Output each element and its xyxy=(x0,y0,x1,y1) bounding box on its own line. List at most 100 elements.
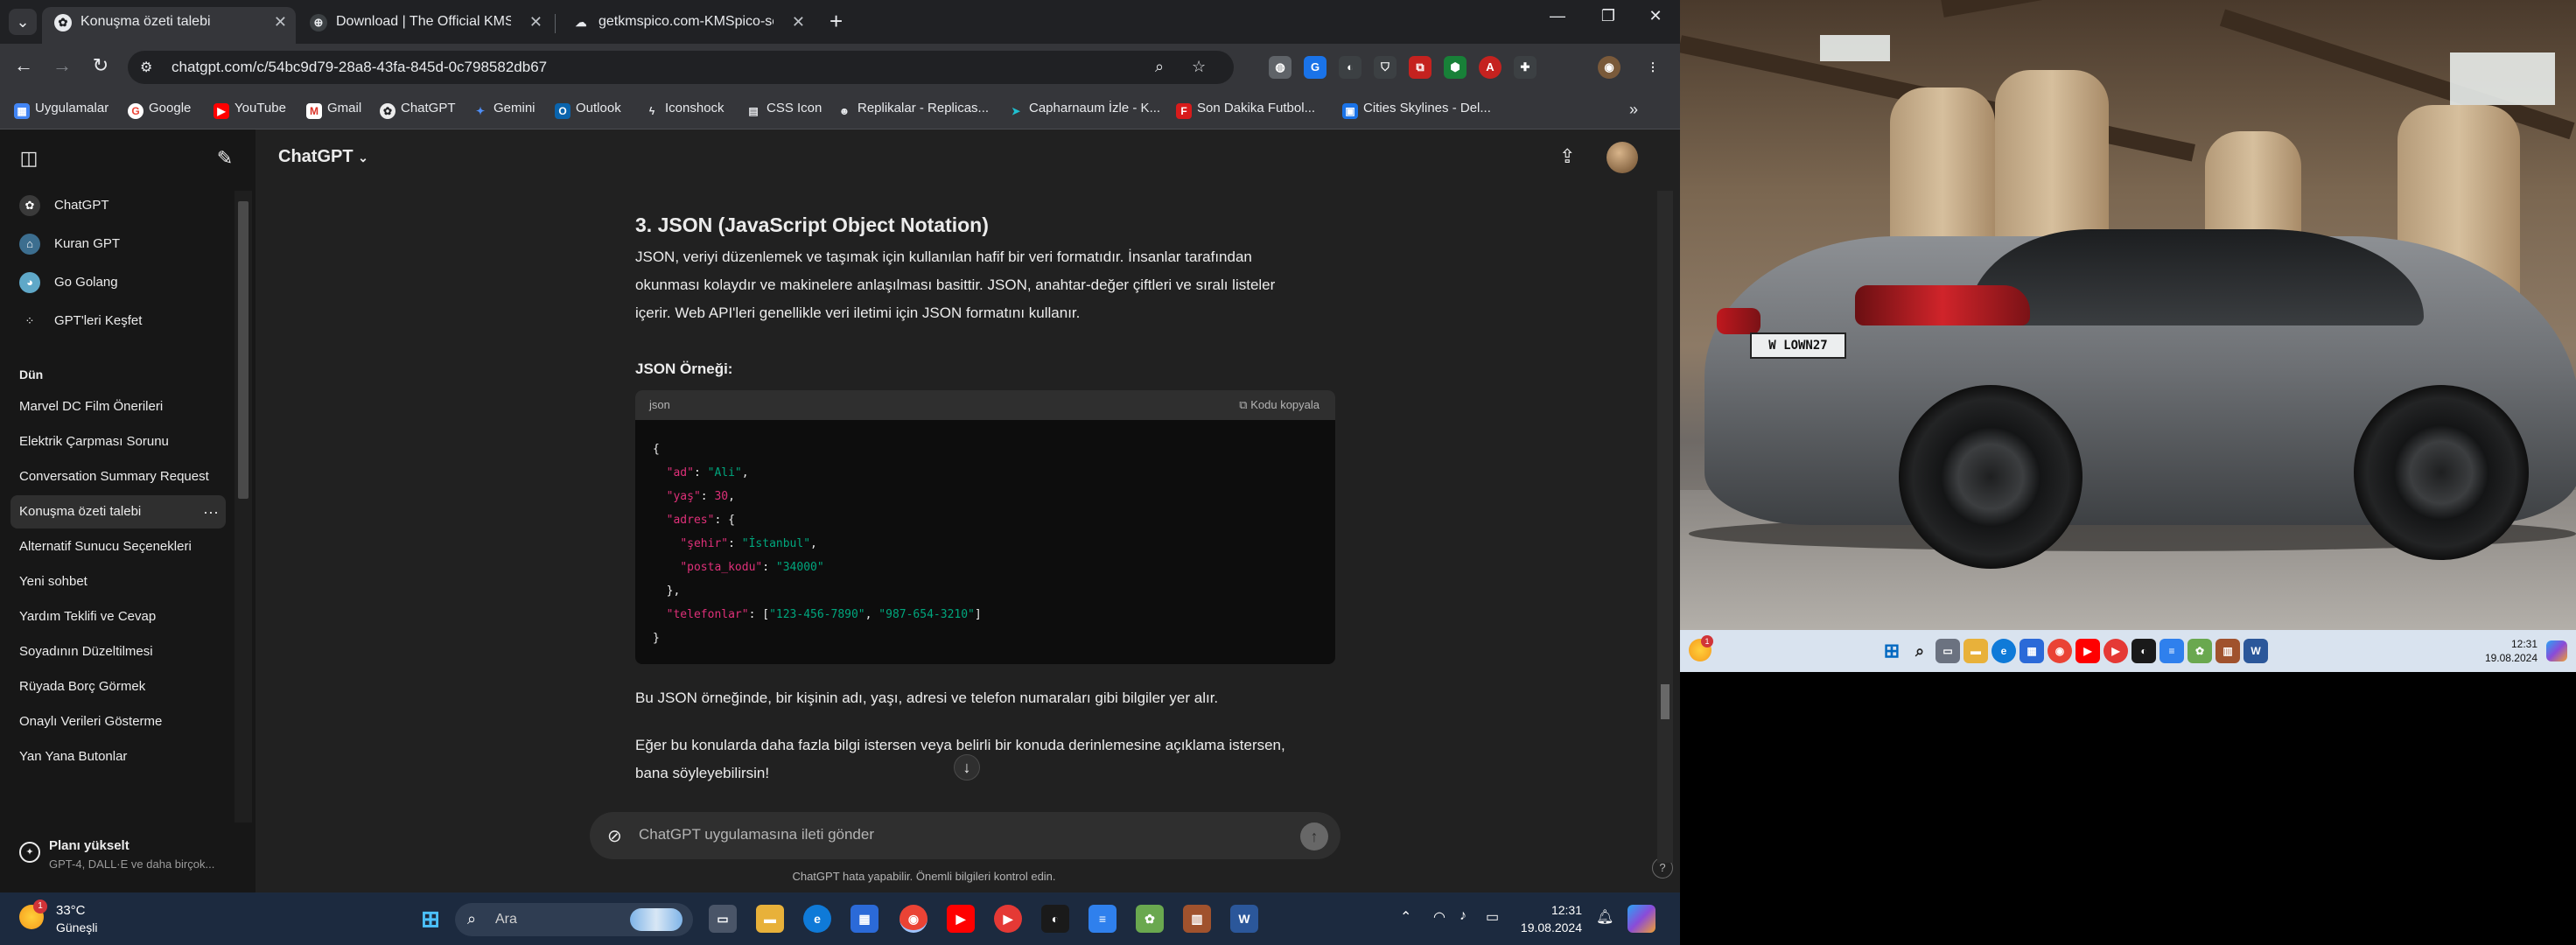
edge-icon[interactable]: e xyxy=(1992,639,2016,663)
battery-icon[interactable]: ▭ xyxy=(1486,908,1499,926)
youtube-app-icon[interactable]: ▶ xyxy=(2076,639,2100,663)
close-window-button[interactable]: ✕ xyxy=(1638,7,1673,25)
history-item-active[interactable]: Konuşma özeti talebi ··· xyxy=(10,495,226,528)
address-bar[interactable]: ⚙ chatgpt.com/c/54bc9d79-28a8-43fa-845d-… xyxy=(128,51,1234,84)
history-item[interactable]: Onaylı Verileri Gösterme xyxy=(10,705,226,738)
youtube-music-icon[interactable]: ▶ xyxy=(994,905,1022,933)
sidebar-item-chatgpt[interactable]: ✿ ChatGPT xyxy=(10,189,236,222)
winrar-icon[interactable]: ▥ xyxy=(2216,639,2240,663)
history-item[interactable]: Yardım Teklifi ve Cevap xyxy=(10,600,226,634)
bookmark-gmail[interactable]: M Gmail xyxy=(306,101,361,119)
close-tab-icon[interactable]: ✕ xyxy=(529,7,542,37)
tab-kmspico-download[interactable]: ⊕ Download | The Official KMSpico ✕ xyxy=(298,7,551,44)
history-item[interactable]: Elektrik Çarpması Sorunu xyxy=(10,425,226,458)
store-icon[interactable]: ▦ xyxy=(850,905,878,933)
close-tab-icon[interactable]: ✕ xyxy=(792,7,805,37)
app-icon-green[interactable]: ✿ xyxy=(1136,905,1164,933)
task-view-icon[interactable]: ▭ xyxy=(1936,639,1960,663)
upgrade-plan-button[interactable]: ✦ Planı yükselt GPT-4, DALL·E ve daha bi… xyxy=(10,830,238,882)
search-icon[interactable]: ⌕ xyxy=(1155,58,1164,76)
adblock-icon[interactable]: A xyxy=(1479,56,1502,79)
extension-translate-icon[interactable]: G xyxy=(1304,56,1326,79)
tab-search-button[interactable]: ⌄ xyxy=(9,9,37,35)
bookmark-outlook[interactable]: O Outlook xyxy=(555,101,621,119)
more-options-icon[interactable]: ··· xyxy=(203,495,219,528)
bookmark-star-icon[interactable]: ☆ xyxy=(1192,58,1206,76)
bookmark-capharnaum[interactable]: ➤ Capharnaum İzle - K... xyxy=(1008,101,1160,119)
share-icon[interactable]: ⇪ xyxy=(1559,145,1575,168)
sidebar-item-explore-gpts[interactable]: ⁘ GPT'leri Keşfet xyxy=(10,304,236,338)
chrome-icon[interactable]: ◉ xyxy=(900,905,928,933)
tab-chatgpt[interactable]: ✿ Konuşma özeti talebi ✕ xyxy=(42,7,296,44)
notifications-icon[interactable]: 🔔︎ xyxy=(1596,908,1614,926)
browser-menu-icon[interactable]: ⋮ xyxy=(1642,56,1664,79)
tray-chevron-icon[interactable]: ⌃ xyxy=(1400,908,1411,926)
second-taskbar-clock[interactable]: 12:31 19.08.2024 xyxy=(2468,637,2538,665)
copilot-icon[interactable] xyxy=(1628,905,1656,933)
bookmark-youtube[interactable]: ▶ YouTube xyxy=(214,101,286,119)
model-selector[interactable]: ChatGPT ⌄ xyxy=(278,147,368,167)
more-bookmarks-icon[interactable]: » xyxy=(1629,101,1638,119)
url-text[interactable]: chatgpt.com/c/54bc9d79-28a8-43fa-845d-0c… xyxy=(172,59,547,76)
history-item[interactable]: Yeni sohbet xyxy=(10,565,226,598)
scrollbar-thumb[interactable] xyxy=(1661,684,1670,719)
attach-icon[interactable]: ⊘ xyxy=(607,825,622,847)
sidebar-scrollbar[interactable] xyxy=(234,191,252,822)
winrar-icon[interactable]: ▥ xyxy=(1183,905,1211,933)
wifi-icon[interactable]: ◠ xyxy=(1433,908,1446,926)
close-tab-icon[interactable]: ✕ xyxy=(274,7,287,37)
youtube-music-icon[interactable]: ▶ xyxy=(2104,639,2128,663)
forward-button[interactable]: → xyxy=(49,54,75,77)
send-button[interactable]: ↑ xyxy=(1300,822,1328,850)
store-icon[interactable]: ▦ xyxy=(2020,639,2044,663)
message-input[interactable] xyxy=(639,826,1251,844)
word-icon[interactable]: W xyxy=(1230,905,1258,933)
bookmark-chatgpt[interactable]: ✿ ChatGPT xyxy=(380,101,456,119)
history-item[interactable]: Marvel DC Film Önerileri xyxy=(10,390,226,424)
minimize-button[interactable]: — xyxy=(1540,7,1575,25)
taskbar-clock[interactable]: 12:31 19.08.2024 xyxy=(1516,901,1582,936)
app-icon-dark[interactable]: ◐ xyxy=(2132,639,2156,663)
extension-moon-icon[interactable]: ◐ xyxy=(1339,56,1362,79)
youtube-app-icon[interactable]: ▶ xyxy=(947,905,975,933)
copilot-icon[interactable] xyxy=(2546,640,2567,662)
scrollbar-thumb[interactable] xyxy=(238,201,248,499)
back-button[interactable]: ← xyxy=(10,54,37,77)
weather-icon[interactable]: 1 xyxy=(1689,635,1713,662)
word-icon[interactable]: W xyxy=(2244,639,2268,663)
volume-icon[interactable]: ♪ xyxy=(1460,908,1466,924)
bookmark-replikalar[interactable]: ☻ Replikalar - Replicas... xyxy=(836,101,989,119)
history-item[interactable]: Yan Yana Butonlar xyxy=(10,740,226,774)
file-explorer-icon[interactable]: ▬ xyxy=(1964,639,1988,663)
taskbar-search[interactable]: ⌕ Ara xyxy=(455,903,693,936)
copy-code-button[interactable]: ⧉ Kodu kopyala xyxy=(1239,390,1320,420)
edge-icon[interactable]: e xyxy=(803,905,831,933)
bookmark-cities-skylines[interactable]: ▣ Cities Skylines - Del... xyxy=(1342,101,1491,119)
search-icon[interactable]: ⌕ xyxy=(1908,639,1932,663)
scroll-to-bottom-button[interactable]: ↓ xyxy=(954,754,980,780)
notepad-icon[interactable]: ≡ xyxy=(1088,905,1116,933)
notepad-icon[interactable]: ≡ xyxy=(2160,639,2184,663)
extension-shield-icon[interactable]: ⛉ xyxy=(1374,56,1396,79)
start-menu-icon[interactable]: ⊞ xyxy=(1880,639,1904,663)
extensions-puzzle-icon[interactable]: ✚ xyxy=(1514,56,1536,79)
new-tab-button[interactable]: + xyxy=(830,9,843,33)
chat-scrollbar[interactable] xyxy=(1657,191,1673,863)
chrome-icon[interactable]: ◉ xyxy=(2048,639,2072,663)
sidebar-item-kuran-gpt[interactable]: ⌂ Kuran GPT xyxy=(10,228,236,261)
bookmark-gemini[interactable]: ✦ Gemini xyxy=(472,101,536,119)
task-view-icon[interactable]: ▭ xyxy=(709,905,737,933)
app-icon-green[interactable]: ✿ xyxy=(2188,639,2212,663)
history-item[interactable]: Soyadının Düzeltilmesi xyxy=(10,635,226,668)
sidebar-item-go-golang[interactable]: ◕ Go Golang xyxy=(10,266,236,299)
toggle-sidebar-icon[interactable]: ◫ xyxy=(16,147,42,173)
bookmark-google[interactable]: G Google xyxy=(128,101,191,119)
avatar[interactable] xyxy=(1606,142,1638,173)
profile-avatar[interactable]: ◉ xyxy=(1598,56,1620,79)
app-icon-dark[interactable]: ◐ xyxy=(1041,905,1069,933)
maximize-button[interactable]: ❐ xyxy=(1591,7,1626,25)
file-explorer-icon[interactable]: ▬ xyxy=(756,905,784,933)
extension-red-icon[interactable]: ⧉ xyxy=(1409,56,1432,79)
reload-button[interactable]: ↻ xyxy=(88,54,114,77)
site-info-icon[interactable]: ⚙ xyxy=(140,59,152,76)
